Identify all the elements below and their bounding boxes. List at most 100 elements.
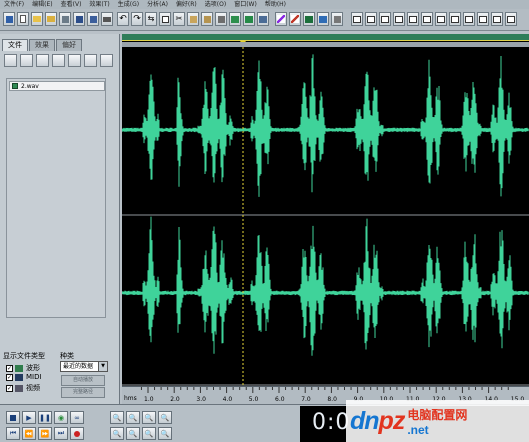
menu-edit[interactable]: 编辑(E) — [28, 0, 56, 9]
edit-icon[interactable] — [68, 54, 81, 67]
pause-button[interactable]: ❚❚ — [38, 411, 52, 424]
stop-icon — [10, 414, 16, 421]
insert-icon[interactable] — [52, 54, 65, 67]
menu-view[interactable]: 查看(V) — [57, 0, 86, 9]
new-icon[interactable] — [17, 12, 29, 26]
menu-options[interactable]: 选项(O) — [201, 0, 230, 9]
window-h-icon[interactable] — [449, 12, 461, 26]
autoplay-button[interactable]: 自动播放 — [61, 375, 105, 386]
menu-window[interactable]: 窗口(W) — [230, 0, 261, 9]
full-path-button[interactable]: 完整路径 — [61, 387, 105, 398]
zoom-right-icon: 🔍 — [128, 429, 138, 438]
loop-button[interactable]: ∞ — [70, 411, 84, 424]
copy-icon[interactable] — [159, 12, 171, 26]
window-l-icon[interactable] — [505, 12, 517, 26]
zoom-selection-button[interactable]: 🔍 — [158, 411, 172, 424]
play-to-end-button[interactable]: ◉ — [54, 411, 68, 424]
open-icon[interactable] — [31, 12, 43, 26]
window-b-icon[interactable] — [365, 12, 377, 26]
hand-icon[interactable] — [331, 12, 343, 26]
type-video[interactable]: ✓ 视频 — [6, 383, 40, 393]
rewind-icon: ⏪ — [24, 429, 34, 438]
wave-icon[interactable] — [243, 12, 255, 26]
close-file-icon[interactable] — [36, 54, 49, 67]
loop-icon: ∞ — [74, 413, 80, 422]
type-midi[interactable]: ✓ MIDI — [6, 373, 42, 381]
list-item[interactable]: 2.wav — [9, 81, 105, 91]
checkbox-video[interactable]: ✓ — [6, 384, 13, 392]
menu-favorites[interactable]: 偏好(R) — [172, 0, 201, 9]
redo-icon[interactable]: ↷ — [131, 12, 143, 26]
checkbox-midi[interactable]: ✓ — [6, 373, 13, 381]
menu-generate[interactable]: 生成(G) — [114, 0, 143, 9]
window-e-icon[interactable] — [407, 12, 419, 26]
window-f-icon[interactable] — [421, 12, 433, 26]
tab-files[interactable]: 文件 — [2, 39, 28, 51]
pencil-icon[interactable] — [275, 12, 287, 26]
help-icon[interactable] — [100, 54, 113, 67]
zoom-out-button[interactable]: 🔍 — [126, 411, 140, 424]
window-a-icon[interactable] — [351, 12, 363, 26]
trim-icon[interactable] — [215, 12, 227, 26]
zoom-vertical-in-button[interactable]: 🔍 — [142, 427, 156, 440]
record-button[interactable] — [70, 427, 84, 440]
type-waveform[interactable]: ✓ 波形 — [6, 363, 40, 373]
multitrack-icon[interactable] — [3, 12, 15, 26]
play-icon: ▶ — [26, 413, 32, 422]
paste-icon[interactable] — [187, 12, 199, 26]
record-icon — [74, 430, 80, 437]
menu-analyze[interactable]: 分析(A) — [143, 0, 172, 9]
chevron-down-icon[interactable]: ▼ — [98, 362, 107, 371]
print-icon[interactable] — [101, 12, 113, 26]
video-type-icon — [15, 384, 23, 392]
pencil-red-icon[interactable] — [289, 12, 301, 26]
mix-paste-icon[interactable] — [229, 12, 241, 26]
window-k-icon[interactable] — [491, 12, 503, 26]
zoom-left-button[interactable]: 🔍 — [110, 427, 124, 440]
go-end-button[interactable]: ⏭ — [54, 427, 68, 440]
waveform-file-icon — [12, 83, 18, 89]
overview-bar[interactable] — [122, 34, 529, 41]
import-icon[interactable] — [20, 54, 33, 67]
open-append-icon[interactable] — [45, 12, 57, 26]
rewind-button[interactable]: ⏪ — [22, 427, 36, 440]
spectral-icon[interactable] — [257, 12, 269, 26]
go-start-button[interactable]: ⏮ — [6, 427, 20, 440]
tab-favorites[interactable]: 偏好 — [56, 39, 82, 51]
repeat-icon[interactable]: ⇆ — [145, 12, 157, 26]
window-g-icon[interactable] — [435, 12, 447, 26]
level-meter-icon[interactable] — [303, 12, 315, 26]
cut-icon[interactable]: ✂ — [173, 12, 185, 26]
save-icon[interactable] — [73, 12, 85, 26]
waveform-display[interactable]: hms1.02.03.04.05.06.07.08.09.010.011.012… — [122, 34, 529, 404]
show-types-label: 显示文件类型 — [3, 352, 45, 360]
window-j-icon[interactable] — [477, 12, 489, 26]
scrub-icon[interactable] — [317, 12, 329, 26]
kind-select[interactable]: 最近的数据 ▼ — [60, 361, 108, 372]
organizer-panel: 文件 效果 偏好 2.wav 显示文件类型 种类 ✓ 波形 ✓ MIDI ✓ 视… — [0, 34, 120, 404]
menu-help[interactable]: 帮助(H) — [261, 0, 290, 9]
close-icon[interactable] — [59, 12, 71, 26]
window-d-icon[interactable] — [393, 12, 405, 26]
go-start-icon: ⏮ — [9, 429, 17, 437]
file-name: 2.wav — [21, 82, 39, 90]
menu-effects[interactable]: 效果(T) — [85, 0, 113, 9]
play-file-icon[interactable] — [84, 54, 97, 67]
open-file-icon[interactable] — [4, 54, 17, 67]
menu-file[interactable]: 文件(F) — [0, 0, 28, 9]
undo-icon[interactable]: ↶ — [117, 12, 129, 26]
zoom-vertical-out-button[interactable]: 🔍 — [158, 427, 172, 440]
forward-button[interactable]: ⏩ — [38, 427, 52, 440]
stop-button[interactable] — [6, 411, 20, 424]
waveform-canvas[interactable] — [122, 47, 529, 386]
window-c-icon[interactable] — [379, 12, 391, 26]
zoom-right-button[interactable]: 🔍 — [126, 427, 140, 440]
save-as-icon[interactable] — [87, 12, 99, 26]
checkbox-waveform[interactable]: ✓ — [6, 364, 13, 372]
tab-effects[interactable]: 效果 — [29, 39, 55, 51]
play-button[interactable]: ▶ — [22, 411, 36, 424]
zoom-in-button[interactable]: 🔍 — [110, 411, 124, 424]
window-i-icon[interactable] — [463, 12, 475, 26]
paste-new-icon[interactable] — [201, 12, 213, 26]
zoom-full-button[interactable]: 🔍 — [142, 411, 156, 424]
